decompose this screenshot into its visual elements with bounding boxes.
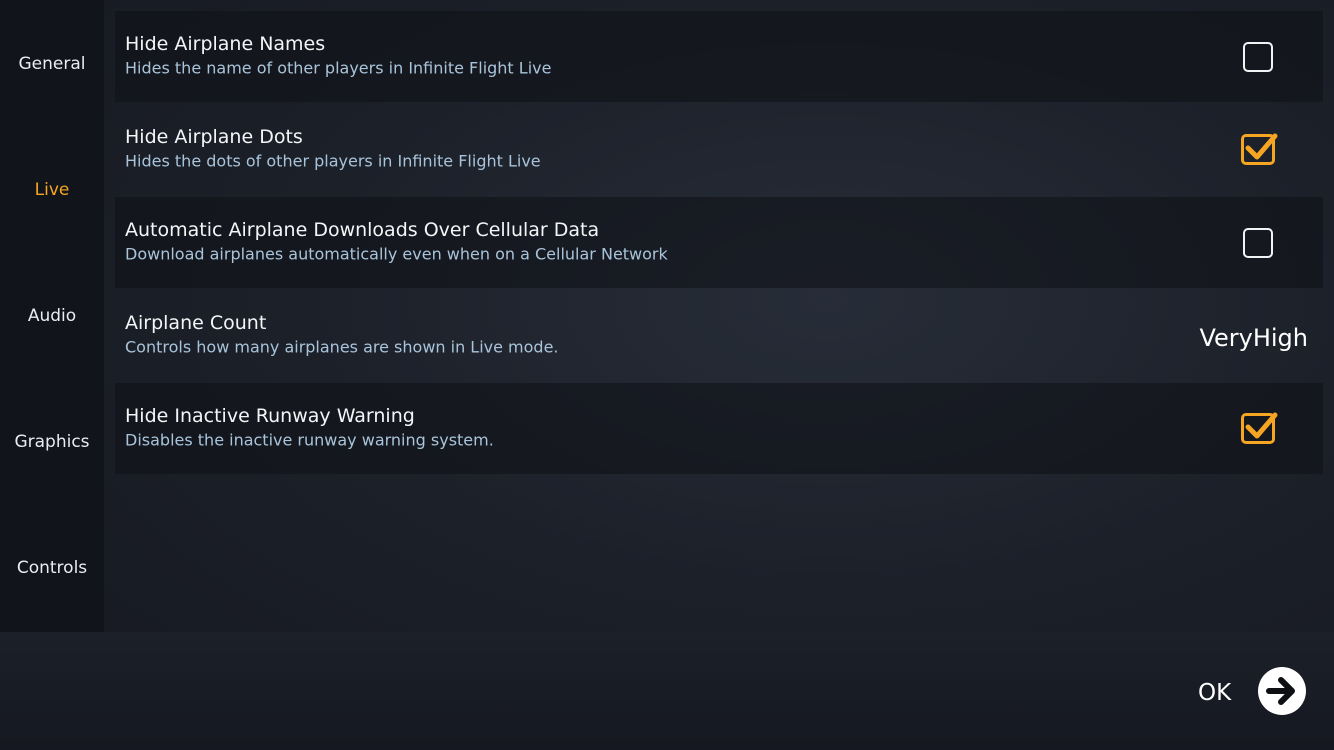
hide-airplane-dots-checkbox[interactable] xyxy=(1241,133,1278,165)
sidebar-item-general[interactable]: General xyxy=(0,44,104,84)
hide-airplane-names-checkbox[interactable] xyxy=(1243,42,1273,72)
sidebar-item-controls[interactable]: Controls xyxy=(0,548,104,588)
setting-row-airplane-count[interactable]: Airplane Count Controls how many airplan… xyxy=(115,290,1323,381)
setting-title: Airplane Count xyxy=(125,312,267,334)
settings-panel: Hide Airplane Names Hides the name of ot… xyxy=(104,0,1334,632)
ok-button[interactable] xyxy=(1258,667,1306,715)
bottom-bar xyxy=(0,632,1334,750)
inactive-runway-warning-checkbox[interactable] xyxy=(1241,412,1278,444)
setting-description: Hides the name of other players in Infin… xyxy=(125,58,552,78)
arrow-right-circle-icon xyxy=(1266,677,1295,705)
sidebar-item-graphics[interactable]: Graphics xyxy=(0,422,104,462)
airplane-count-value[interactable]: VeryHigh xyxy=(1199,324,1308,352)
setting-row-inactive-runway-warning[interactable]: Hide Inactive Runway Warning Disables th… xyxy=(115,383,1323,474)
setting-title: Hide Airplane Dots xyxy=(125,126,303,148)
ok-label[interactable]: OK xyxy=(1198,680,1231,706)
setting-title: Hide Airplane Names xyxy=(125,33,326,55)
setting-row-hide-airplane-names[interactable]: Hide Airplane Names Hides the name of ot… xyxy=(115,11,1323,102)
setting-row-cellular-downloads[interactable]: Automatic Airplane Downloads Over Cellul… xyxy=(115,197,1323,288)
checkmark-icon xyxy=(1245,412,1278,439)
setting-title: Hide Inactive Runway Warning xyxy=(125,405,415,427)
setting-description: Download airplanes automatically even wh… xyxy=(125,244,668,264)
sidebar: General Live Audio Graphics Controls xyxy=(0,0,104,632)
setting-row-hide-airplane-dots[interactable]: Hide Airplane Dots Hides the dots of oth… xyxy=(115,104,1323,195)
sidebar-item-live[interactable]: Live xyxy=(0,170,104,210)
checkmark-icon xyxy=(1245,133,1278,160)
sidebar-item-audio[interactable]: Audio xyxy=(0,296,104,336)
setting-description: Disables the inactive runway warning sys… xyxy=(125,430,494,450)
setting-description: Hides the dots of other players in Infin… xyxy=(125,151,541,171)
setting-description: Controls how many airplanes are shown in… xyxy=(125,337,559,357)
cellular-downloads-checkbox[interactable] xyxy=(1243,228,1273,258)
setting-title: Automatic Airplane Downloads Over Cellul… xyxy=(125,219,600,241)
settings-screen: General Live Audio Graphics Controls Hid… xyxy=(0,0,1334,750)
